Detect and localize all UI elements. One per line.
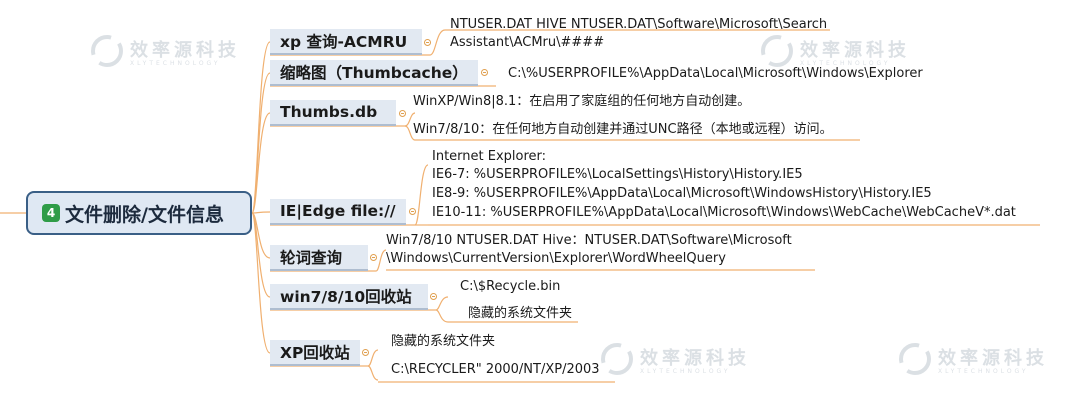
collapse-toggle-icon[interactable] [430,293,437,300]
leaf-win7recycle-1: C:\$Recycle.bin [460,279,561,294]
watermark-swirl-icon [91,35,123,67]
watermark-swirl-icon [899,343,931,375]
watermark-logo: 效率源科技 XLYTECHNOLOGY [760,34,906,72]
watermark-subtext: XLYTECHNOLOGY [800,60,891,67]
leaf-wordwheel-2: \Windows\CurrentVersion\Explorer\WordWhe… [386,251,726,266]
branch-label: 轮词查询 [280,249,343,267]
collapse-toggle-icon[interactable] [370,254,377,261]
collapse-toggle-icon[interactable] [481,69,488,76]
leaf-thumbcache-1: C:\%USERPROFILE%\AppData\Local\Microsoft… [508,66,923,81]
leaf-acmru-2: Assistant\ACMru\#### [450,35,605,50]
watermark-logo: 效率源科技 XLYTECHNOLOGY [898,342,1044,380]
leaf-ieedge-1: Internet Explorer: [432,149,547,164]
branch-label: xp 查询-ACMRU [280,33,408,51]
root-node[interactable]: 4 文件删除/文件信息 [26,191,252,235]
branch-wordwheel[interactable]: 轮词查询 [270,245,368,271]
branch-label: win7/8/10回收站 [280,288,412,306]
watermark-logo: 效率源科技 XLYTECHNOLOGY [90,34,236,72]
leaf-xprecycle-2: C:\RECYCLER" 2000/NT/XP/2003 [391,362,600,377]
branch-label: XP回收站 [280,344,350,362]
watermark-logo: 效率源科技 XLYTECHNOLOGY [600,342,746,380]
watermark-swirl-icon [761,35,793,67]
root-label: 文件删除/文件信息 [65,203,224,226]
leaf-wordwheel-1: Win7/8/10 NTUSER.DAT Hive：NTUSER.DAT\Sof… [386,233,792,248]
branch-label: IE|Edge file:// [280,202,396,220]
watermark-subtext: XLYTECHNOLOGY [640,368,731,375]
branch-thumbsdb[interactable]: Thumbs.db [270,100,396,126]
watermark-text: 效率源科技 [130,40,240,61]
watermark-text: 效率源科技 [640,348,750,369]
branch-acmru[interactable]: xp 查询-ACMRU [270,29,422,55]
leaf-ieedge-3: IE8-9: %USERPROFILE%\AppData\Local\Micro… [432,186,932,201]
branch-ieedge[interactable]: IE|Edge file:// [270,199,406,225]
branch-label: Thumbs.db [280,103,378,121]
collapse-toggle-icon[interactable] [409,208,416,215]
leaf-thumbsdb-1: WinXP/Win8|8.1：在启用了家庭组的任何地方自动创建。 [413,94,751,109]
leaf-win7recycle-2: 隐藏的系统文件夹 [468,306,573,321]
watermark-text: 效率源科技 [800,40,910,61]
watermark-swirl-icon [601,343,633,375]
branch-xp-recycle[interactable]: XP回收站 [270,340,360,366]
leaf-xprecycle-1: 隐藏的系统文件夹 [391,334,496,349]
branch-thumbcache[interactable]: 缩略图（Thumbcache） [270,60,478,86]
watermark-subtext: XLYTECHNOLOGY [938,368,1029,375]
branch-win7-recycle[interactable]: win7/8/10回收站 [270,284,428,310]
watermark-subtext: XLYTECHNOLOGY [130,60,221,67]
collapse-toggle-icon[interactable] [399,110,406,117]
leaf-ieedge-4: IE10-11: %USERPROFILE%\AppData\Local\Mic… [432,205,1016,220]
watermark-text: 效率源科技 [938,348,1048,369]
leaf-ieedge-2: IE6-7: %USERPROFILE%\LocalSettings\Histo… [432,167,803,182]
leaf-thumbsdb-2: Win7/8/10：在任何地方自动创建并通过UNC路径（本地或远程）访问。 [413,122,833,137]
branch-label: 缩略图（Thumbcache） [280,64,468,82]
collapse-toggle-icon[interactable] [424,39,431,46]
collapse-toggle-icon[interactable] [362,349,369,356]
root-number-badge: 4 [42,204,60,222]
mindmap: 4 文件删除/文件信息 xp 查询-ACMRU NTUSER.DAT HIVE … [0,0,1080,401]
leaf-acmru-1: NTUSER.DAT HIVE NTUSER.DAT\Software\Micr… [450,17,828,32]
